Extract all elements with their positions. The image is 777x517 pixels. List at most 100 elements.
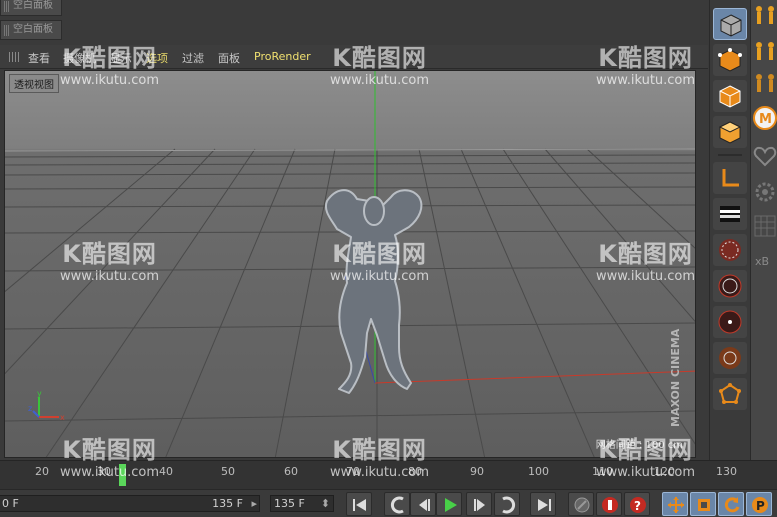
timeline-tick: 100 bbox=[528, 465, 549, 478]
svg-text:x: x bbox=[60, 413, 65, 422]
go-to-end-button[interactable] bbox=[530, 492, 556, 516]
heart-icon[interactable] bbox=[753, 144, 777, 168]
svg-text:M: M bbox=[759, 112, 772, 127]
menu-filter[interactable]: 过滤 bbox=[182, 50, 204, 66]
cube-icon bbox=[720, 14, 742, 37]
axis-gizmo-icon: y x z bbox=[28, 389, 65, 422]
menu-view[interactable]: 查看 bbox=[28, 50, 50, 66]
record-active-button[interactable] bbox=[596, 492, 622, 516]
viewport-menubar: 查看 摄像机 显示 选项 过滤 面板 ProRender bbox=[0, 45, 708, 69]
prev-key-icon bbox=[390, 496, 404, 514]
play-icon bbox=[445, 498, 457, 512]
grid-pattern-icon[interactable] bbox=[753, 214, 777, 238]
record-keys-button[interactable] bbox=[568, 492, 594, 516]
camera-dot-icon[interactable] bbox=[648, 54, 654, 60]
next-frame-button[interactable] bbox=[466, 492, 492, 516]
svg-text:?: ? bbox=[634, 499, 641, 513]
timeline-tick: 70 bbox=[346, 465, 360, 478]
menu-display[interactable]: 显示 bbox=[110, 50, 132, 66]
timeline-tick: 40 bbox=[159, 465, 173, 478]
polygons-cube-icon bbox=[718, 121, 742, 144]
point-mode-button[interactable] bbox=[713, 44, 747, 76]
start-frame-value: 0 F bbox=[2, 497, 19, 510]
viewport-label[interactable]: 透视视图 bbox=[9, 74, 59, 93]
menu-prorender[interactable]: ProRender bbox=[254, 50, 311, 63]
next-key-icon bbox=[502, 496, 516, 514]
pentagon-points-button[interactable] bbox=[713, 378, 747, 410]
texture-stripes-icon bbox=[720, 206, 740, 222]
menu-panel[interactable]: 面板 bbox=[218, 50, 240, 66]
autokey-button[interactable]: ? bbox=[624, 492, 650, 516]
panel-tab-empty-2[interactable]: 空白面板 bbox=[0, 20, 62, 40]
frame-range-slider[interactable]: 0 F 135 F ▸ bbox=[0, 495, 260, 512]
move-arrows-icon bbox=[668, 497, 684, 513]
soft-selection-button[interactable] bbox=[713, 234, 747, 266]
key-position-button[interactable] bbox=[662, 492, 688, 516]
spline-mode-button[interactable] bbox=[713, 342, 747, 374]
gear-icon[interactable] bbox=[753, 180, 777, 204]
next-key-button[interactable] bbox=[494, 492, 520, 516]
play-forward-button[interactable] bbox=[436, 492, 462, 516]
menu-camera[interactable]: 摄像机 bbox=[63, 50, 96, 66]
viewport-scene bbox=[5, 71, 695, 457]
help-question-icon: ? bbox=[630, 497, 646, 513]
radial-orange-icon bbox=[719, 347, 741, 369]
right-side-strip: M xB bbox=[750, 0, 777, 460]
previous-frame-button[interactable] bbox=[410, 492, 436, 516]
timeline-ruler[interactable]: 20 30 40 50 60 70 80 90 100 110 120 130 bbox=[0, 460, 777, 489]
right-toolbar bbox=[709, 0, 749, 460]
edges-cube-icon bbox=[719, 85, 741, 108]
step-back-icon bbox=[419, 499, 430, 511]
panel-tab-empty-1[interactable]: 空白面板 bbox=[0, 0, 62, 16]
svg-text:y: y bbox=[37, 389, 42, 398]
figure-group-2-icon[interactable] bbox=[753, 40, 777, 64]
max-frame-field[interactable]: 135 F ⬍ bbox=[270, 495, 334, 512]
cinema-logo-text: CINEMA bbox=[669, 328, 682, 378]
timeline-tick: 130 bbox=[716, 465, 737, 478]
timeline-tick: 80 bbox=[408, 465, 422, 478]
figure-group-icon[interactable] bbox=[753, 4, 777, 28]
toolbar-divider bbox=[718, 154, 742, 156]
parameter-p-icon: P bbox=[752, 497, 768, 513]
maxon-logo-text: MAXON bbox=[669, 380, 682, 427]
stepper-icon[interactable]: ⬍ bbox=[321, 496, 330, 511]
timeline-tick: 30 bbox=[97, 465, 111, 478]
axis-mode-button[interactable] bbox=[713, 162, 747, 194]
scale-box-icon bbox=[698, 499, 710, 511]
key-scale-button[interactable] bbox=[690, 492, 716, 516]
svg-text:z: z bbox=[28, 404, 32, 413]
edge-mode-button[interactable] bbox=[713, 80, 747, 112]
character-figure bbox=[325, 189, 423, 394]
go-to-start-button[interactable] bbox=[346, 492, 372, 516]
points-cube-icon bbox=[718, 48, 742, 72]
end-frame-value: 135 F bbox=[212, 497, 243, 510]
perspective-viewport[interactable]: y x z 透视视图 网格间距 : 100 cm MAXON CINEMA bbox=[4, 70, 696, 458]
key-rotation-button[interactable] bbox=[718, 492, 744, 516]
figure-group-3-icon[interactable] bbox=[753, 72, 777, 96]
timeline-tick: 120 bbox=[654, 465, 675, 478]
menu-options[interactable]: 选项 bbox=[146, 50, 168, 66]
dot-circle-icon bbox=[718, 310, 742, 334]
model-mode-button[interactable] bbox=[713, 8, 747, 40]
grid-spacing-readout: 网格间距 : 100 cm bbox=[595, 440, 683, 451]
panel-tab-label: 空白面板 bbox=[13, 24, 53, 35]
workplane-button[interactable] bbox=[713, 306, 747, 338]
svg-text:xB: xB bbox=[755, 255, 769, 268]
key-parameter-button[interactable]: P bbox=[746, 492, 772, 516]
snap-settings-button[interactable] bbox=[713, 270, 747, 302]
xb-tool-icon[interactable]: xB bbox=[753, 248, 777, 272]
mograph-m-icon[interactable]: M bbox=[753, 106, 777, 130]
grip-icon[interactable] bbox=[9, 52, 21, 62]
texture-mode-button[interactable] bbox=[713, 198, 747, 230]
pentagon-points-icon bbox=[719, 383, 741, 404]
skip-start-icon bbox=[353, 499, 366, 511]
timeline-playhead[interactable] bbox=[119, 464, 126, 486]
skip-end-icon bbox=[538, 499, 551, 511]
previous-key-button[interactable] bbox=[384, 492, 410, 516]
polygon-mode-button[interactable] bbox=[713, 116, 747, 148]
rotate-icon bbox=[724, 497, 740, 513]
key-disabled-icon bbox=[574, 497, 590, 513]
svg-text:P: P bbox=[756, 499, 765, 513]
slider-arrow-icon[interactable]: ▸ bbox=[251, 496, 257, 511]
transport-bar: 0 F 135 F ▸ 135 F ⬍ ? P bbox=[0, 489, 777, 517]
